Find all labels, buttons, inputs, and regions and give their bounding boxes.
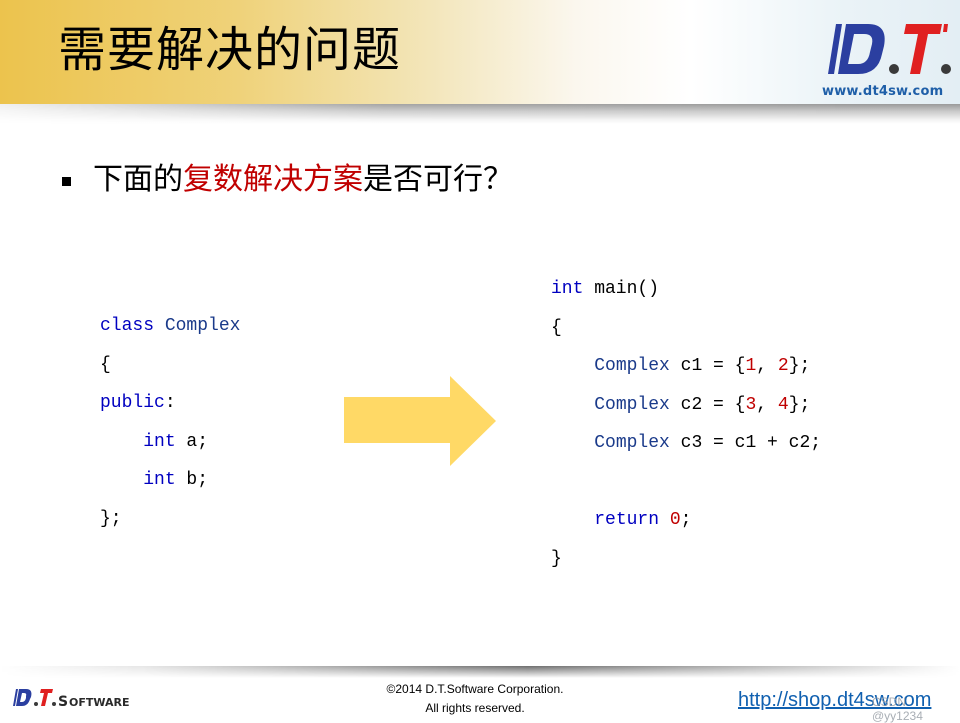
code-text: , xyxy=(756,356,778,376)
code-keyword: int xyxy=(143,431,176,452)
code-line: int a; xyxy=(100,423,240,462)
copyright-line-1: ©2014 D.T.Software Corporation. xyxy=(386,682,564,696)
bullet-highlight: 复数解决方案 xyxy=(183,162,363,197)
code-line: } xyxy=(551,540,821,579)
code-line: int main() xyxy=(551,270,821,309)
logo-letter-t xyxy=(904,24,948,74)
code-type: Complex xyxy=(594,356,670,376)
code-text: : xyxy=(164,393,176,413)
code-text: c3 = c1 + c2; xyxy=(669,433,822,453)
svg-text:OFTWARE: OFTWARE xyxy=(69,696,130,709)
logo-dot xyxy=(941,64,951,74)
code-number: 3 xyxy=(745,394,757,415)
logo-letter-d xyxy=(828,24,885,74)
right-arrow-icon xyxy=(344,376,496,466)
code-keyword: class xyxy=(100,316,165,336)
code-keyword: return xyxy=(594,510,660,530)
code-type: Complex xyxy=(594,433,670,453)
code-type: Complex xyxy=(594,394,670,415)
code-line: Complex c2 = {3, 4}; xyxy=(551,386,821,425)
code-line: Complex c3 = c1 + c2; xyxy=(551,424,821,463)
code-keyword: public xyxy=(100,393,165,413)
code-line: class Complex xyxy=(100,307,240,346)
bullet-segment: 是否可行？ xyxy=(363,162,513,197)
code-text: { xyxy=(551,317,562,338)
code-block-class-definition: class Complex { public: int a; int b;}; xyxy=(100,307,240,538)
code-number: 2 xyxy=(777,356,789,376)
code-text: }; xyxy=(788,394,811,415)
code-text: c1 = { xyxy=(669,356,746,376)
code-text: } xyxy=(551,548,562,569)
code-line: Complex c1 = {1, 2}; xyxy=(551,347,821,386)
bullet-text: 下面的复数解决方案是否可行？ xyxy=(93,160,513,200)
footer-logo-text: S xyxy=(58,694,68,710)
code-keyword: int xyxy=(143,470,176,490)
code-text: { xyxy=(100,354,111,375)
copyright-line-2: All rights reserved. xyxy=(425,701,525,715)
code-number: 1 xyxy=(745,356,757,376)
code-line: { xyxy=(100,346,240,385)
code-line: int b; xyxy=(100,461,240,500)
watermark: CSDN @yy1234 xyxy=(872,695,923,723)
code-line: public: xyxy=(100,384,240,423)
dt-logo xyxy=(828,24,951,74)
logo-dot xyxy=(889,64,899,74)
code-text: }; xyxy=(100,508,122,529)
code-text: b; xyxy=(175,470,209,490)
code-text: c2 = { xyxy=(669,394,746,415)
code-block-main-function: int main() { Complex c1 = {1, 2}; Complex… xyxy=(551,270,821,578)
code-line: }; xyxy=(100,500,240,539)
copyright: ©2014 D.T.Software Corporation. All righ… xyxy=(350,680,600,718)
bullet-segment: 下面的 xyxy=(93,162,183,197)
square-bullet-icon xyxy=(62,176,71,186)
code-keyword: int xyxy=(551,279,584,299)
code-text: }; xyxy=(788,356,811,376)
page-title: 需要解决的问题 xyxy=(58,22,402,78)
code-text: , xyxy=(756,394,778,415)
code-text: ; xyxy=(680,510,692,530)
code-number: 0 xyxy=(669,510,681,530)
footer-logo: S OFTWARE xyxy=(13,689,130,710)
code-text: a; xyxy=(175,431,209,452)
code-type: Complex xyxy=(164,316,241,336)
title-shadow xyxy=(0,104,960,124)
bullet-item: 下面的复数解决方案是否可行？ xyxy=(62,160,513,200)
footer-divider xyxy=(0,666,960,678)
code-line: { xyxy=(551,309,821,348)
logo-url: www.dt4sw.com xyxy=(822,84,944,99)
code-number: 4 xyxy=(777,394,789,415)
code-text: main() xyxy=(583,279,660,299)
code-line: return 0; xyxy=(551,501,821,540)
